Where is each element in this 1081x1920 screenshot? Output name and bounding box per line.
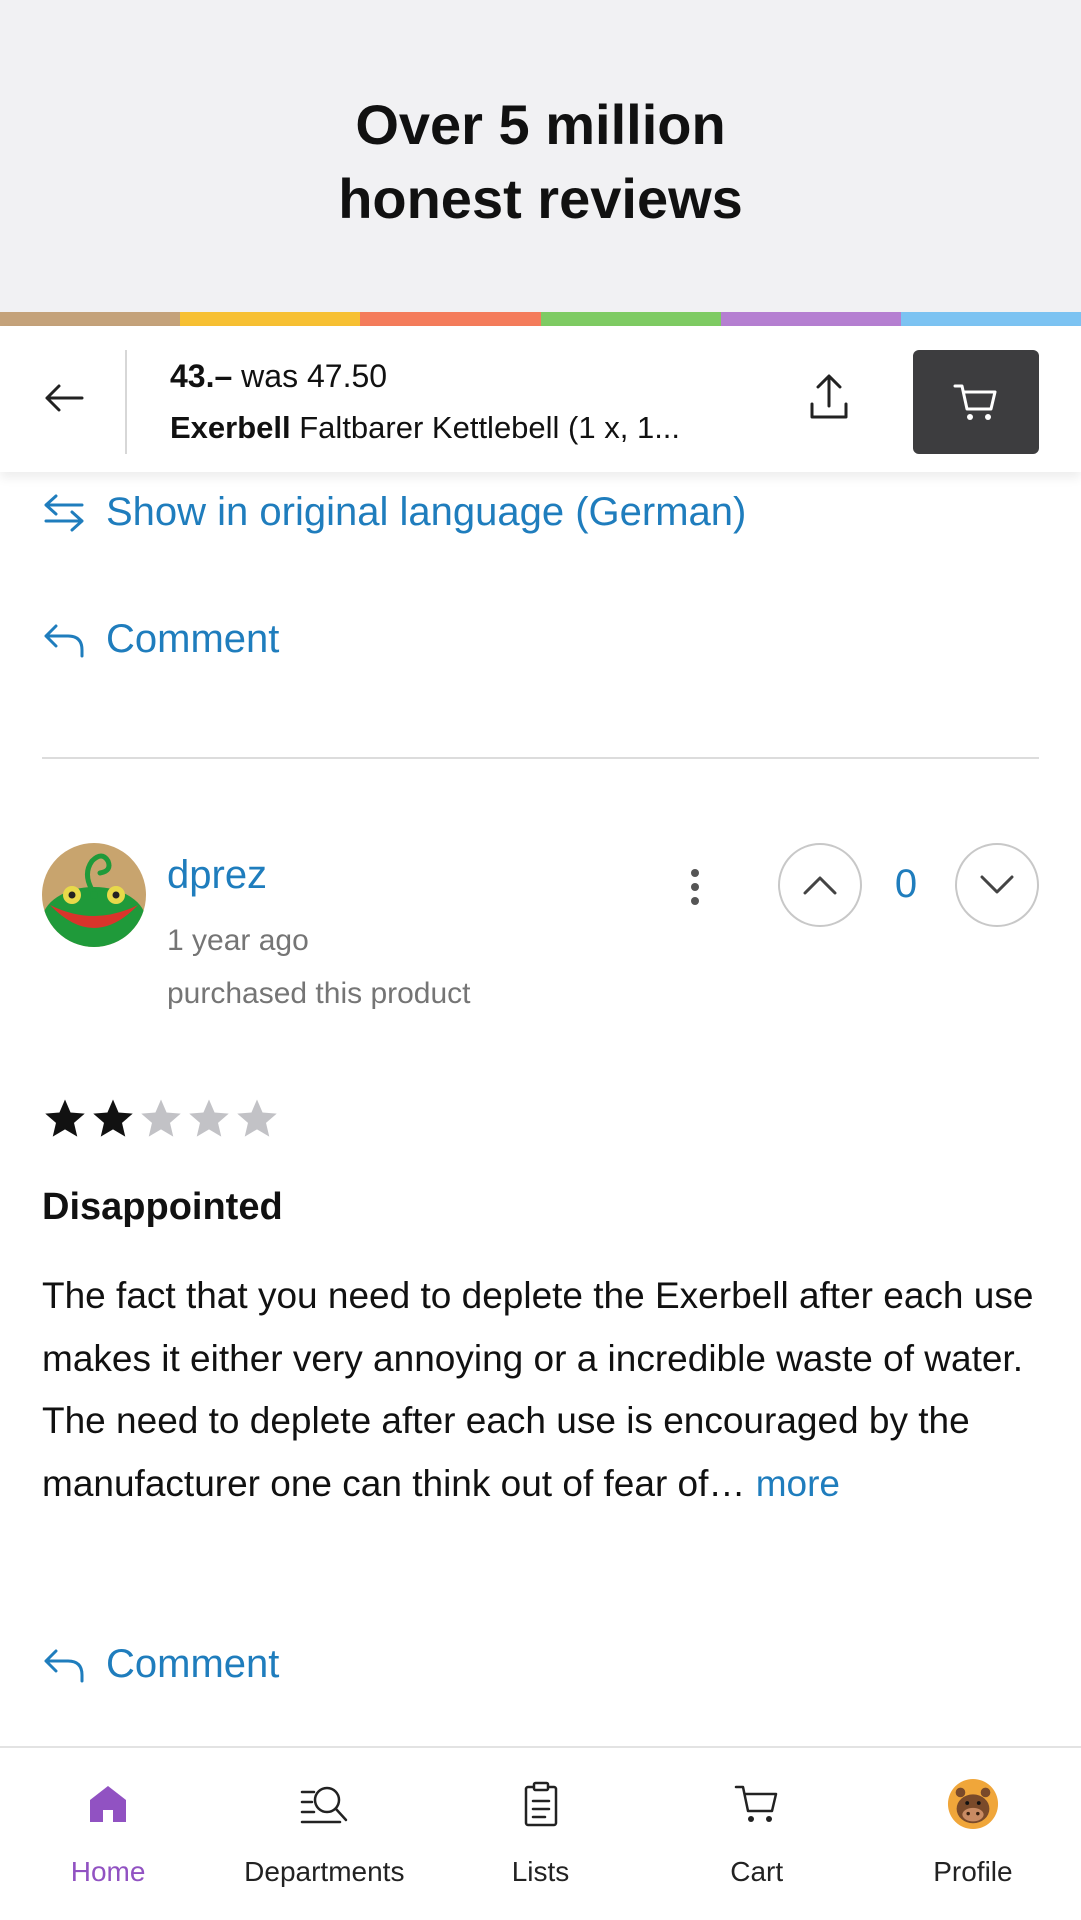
reply-arrow-icon	[42, 1645, 86, 1685]
kebab-dot	[691, 869, 699, 877]
nav-profile-label: Profile	[933, 1856, 1013, 1887]
chevron-up-icon	[803, 876, 837, 895]
vote-count: 0	[894, 862, 918, 906]
nav-departments-label: Departments	[244, 1856, 405, 1887]
nav-departments[interactable]: Departments	[216, 1748, 432, 1920]
stripe-segment	[540, 312, 721, 326]
star-empty-icon	[189, 1099, 229, 1137]
read-more-link[interactable]: more	[756, 1463, 840, 1504]
reply-arrow-icon	[42, 620, 86, 660]
avatar[interactable]	[42, 843, 146, 947]
star-empty-icon	[141, 1099, 181, 1137]
stripe-segment	[720, 312, 901, 326]
kebab-dot	[691, 883, 699, 891]
downvote-button[interactable]	[955, 843, 1039, 927]
review-divider	[42, 757, 1039, 759]
nav-profile[interactable]: Profile	[865, 1748, 1081, 1920]
list-clipboard-icon	[515, 1778, 567, 1830]
previous-price: was 47.50	[241, 358, 388, 394]
star-filled-icon	[93, 1099, 133, 1137]
product-brand: Exerbell	[170, 410, 291, 445]
banner-title-line-1: Over 5 million	[355, 93, 726, 156]
chevron-down-icon	[980, 875, 1014, 894]
show-original-language-label: Show in original language (German)	[106, 490, 747, 534]
nav-home[interactable]: Home	[0, 1748, 216, 1920]
banner-title: Over 5 million honest reviews	[0, 88, 1081, 236]
share-upload-icon	[810, 374, 848, 419]
promo-banner: Over 5 million honest reviews	[0, 0, 1081, 312]
product-title: Faltbarer Kettlebell (1 x, 1...	[299, 410, 681, 445]
share-button[interactable]	[800, 368, 858, 426]
cart-icon	[731, 1778, 783, 1830]
stripe-segment	[180, 312, 361, 326]
current-price: 43.–	[170, 358, 233, 394]
show-original-language-link[interactable]: Show in original language (German)	[42, 490, 746, 535]
color-stripe	[0, 312, 1081, 326]
star-empty-icon	[237, 1099, 277, 1137]
verified-purchase-note: purchased this product	[167, 977, 471, 1010]
review-body: The fact that you need to deplete the Ex…	[42, 1265, 1042, 1515]
product-price: 43.– was 47.50	[170, 358, 387, 395]
nav-home-label: Home	[70, 1856, 146, 1887]
reviewer-name[interactable]: dprez	[167, 853, 267, 898]
stripe-segment	[0, 312, 181, 326]
comment-link-previous[interactable]: Comment	[42, 617, 279, 662]
star-rating	[42, 1096, 280, 1142]
stripe-segment	[360, 312, 541, 326]
bottom-navigation: Home Departments Lists Cart Profile	[0, 1746, 1081, 1920]
add-to-cart-button[interactable]	[913, 350, 1039, 454]
home-icon	[82, 1778, 134, 1830]
cart-icon	[953, 384, 997, 420]
kebab-dot	[691, 897, 699, 905]
comment-link[interactable]: Comment	[42, 1642, 279, 1687]
header-divider	[125, 350, 127, 454]
nav-lists-label: Lists	[511, 1856, 570, 1887]
banner-title-line-2: honest reviews	[338, 167, 743, 230]
arrow-left-icon	[45, 384, 84, 412]
back-button[interactable]	[36, 370, 92, 426]
nav-cart-label: Cart	[730, 1856, 784, 1887]
more-options-button[interactable]	[675, 862, 715, 912]
review-timestamp: 1 year ago	[167, 924, 309, 957]
departments-search-icon	[298, 1778, 350, 1830]
review-text: The fact that you need to deplete the Ex…	[42, 1275, 1034, 1504]
comment-label: Comment	[106, 1642, 280, 1686]
nav-lists[interactable]: Lists	[432, 1748, 648, 1920]
upvote-button[interactable]	[778, 843, 862, 927]
profile-avatar-icon	[947, 1778, 999, 1830]
nav-cart[interactable]: Cart	[649, 1748, 865, 1920]
user-avatar-icon	[42, 843, 146, 947]
product-header-bar: 43.– was 47.50 Exerbell Faltbarer Kettle…	[0, 326, 1081, 472]
product-name[interactable]: Exerbell Faltbarer Kettlebell (1 x, 1...	[170, 410, 740, 446]
star-filled-icon	[45, 1099, 85, 1137]
translate-arrows-icon	[42, 493, 86, 533]
comment-label: Comment	[106, 617, 280, 661]
review-title: Disappointed	[42, 1186, 283, 1228]
stripe-segment	[900, 312, 1081, 326]
